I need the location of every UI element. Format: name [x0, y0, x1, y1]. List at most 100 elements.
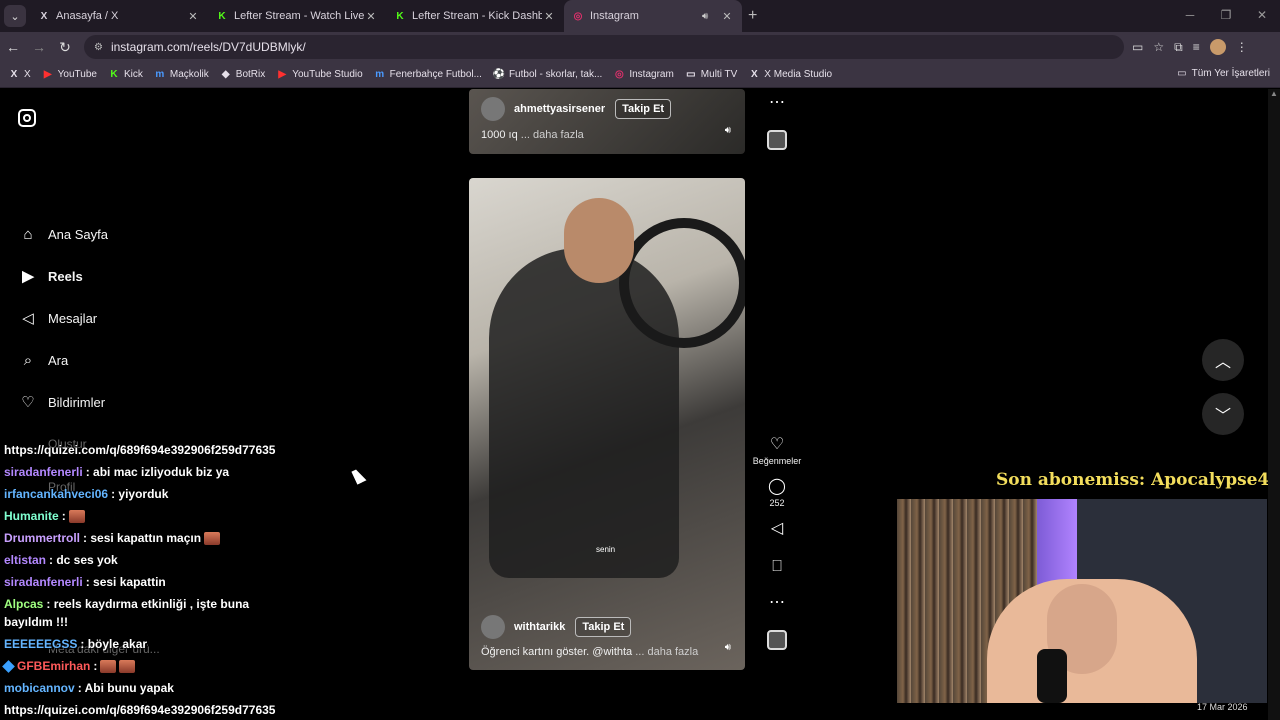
- mackolik-icon: m: [375, 69, 385, 80]
- address-bar[interactable]: ⚙ instagram.com/reels/DV7dUDBMlyk/: [84, 35, 1124, 59]
- save-bookmark-icon[interactable]: ⎕: [752, 558, 802, 576]
- tab-kick-dashboard[interactable]: K Lefter Stream - Kick Dashboard ✕: [386, 0, 564, 32]
- audio-thumbnail[interactable]: [767, 630, 787, 650]
- username[interactable]: ahmettyasirsener: [514, 103, 605, 115]
- bookmark-fenerbahce[interactable]: m Fenerbahçe Futbol...: [374, 69, 482, 81]
- more-options-icon[interactable]: ⋯: [752, 94, 802, 112]
- instagram-favicon-icon: ◎: [573, 10, 583, 22]
- page-scrollbar[interactable]: ▲: [1268, 89, 1280, 720]
- sidebar-item-reels[interactable]: ▶ Reels: [18, 266, 83, 286]
- emote-icon: [100, 660, 117, 674]
- menu-icon[interactable]: ⋮: [1236, 40, 1248, 54]
- minimize-icon[interactable]: ─: [1172, 0, 1208, 32]
- tab-x[interactable]: X Anasayfa / X ✕: [30, 0, 208, 32]
- bookmark-label: Maçkolik: [169, 69, 209, 80]
- bookmark-botrix[interactable]: ◆ BotRix: [220, 69, 265, 81]
- kick-favicon-icon: K: [396, 10, 404, 22]
- chat-text: :: [61, 509, 66, 523]
- reload-icon[interactable]: ↻: [52, 39, 78, 56]
- reels-icon: ▶: [22, 268, 34, 285]
- bookmark-instagram[interactable]: ◎ Instagram: [613, 69, 674, 81]
- site-info-icon[interactable]: ⚙: [94, 42, 103, 53]
- forward-icon[interactable]: →: [26, 39, 52, 55]
- bookmark-x[interactable]: XX: [8, 69, 31, 81]
- media-icon[interactable]: ≡: [1193, 40, 1200, 54]
- chat-message: irfancankahveci06: yiyorduk: [0, 483, 290, 505]
- cast-icon[interactable]: ▭: [1132, 40, 1143, 54]
- x-icon: X: [10, 69, 18, 80]
- x-favicon-icon: X: [40, 10, 48, 22]
- reel-caption[interactable]: Öğrenci kartını göster. @withta ... daha…: [481, 646, 698, 658]
- sidebar-item-label: Reels: [48, 268, 83, 284]
- bookmark-label: BotRix: [235, 69, 266, 80]
- sidebar-item-messages[interactable]: ◁ Mesajlar: [18, 308, 97, 328]
- bookmark-futbol[interactable]: ⚽ Futbol - skorlar, tak...: [493, 69, 603, 81]
- follow-button[interactable]: Takip Et: [575, 617, 632, 637]
- tab-kick-stream[interactable]: K Lefter Stream - Watch Live on K ✕: [208, 0, 386, 32]
- tab-label: Instagram: [590, 10, 639, 22]
- chat-username: siradanfenerli: [4, 465, 83, 479]
- comment-icon[interactable]: ◯: [752, 478, 802, 496]
- new-tab-icon[interactable]: +: [748, 7, 757, 25]
- chevron-down-icon: ﹀: [1214, 408, 1231, 425]
- reel-author[interactable]: withtarikk Takip Et: [481, 615, 632, 639]
- bookmark-mackolik[interactable]: m Maçkolik: [154, 69, 209, 81]
- tab-search-button[interactable]: ⌄: [4, 5, 26, 27]
- share-icon[interactable]: ◁: [752, 520, 802, 538]
- chat-text: : abi mac izliyoduk biz ya: [85, 465, 230, 479]
- reel-caption[interactable]: 1000 ıq ... daha fazla: [481, 129, 584, 141]
- all-bookmarks[interactable]: ▭ Tüm Yer İşaretleri: [1177, 68, 1270, 79]
- audio-thumbnail[interactable]: [767, 130, 787, 150]
- instagram-icon: ◎: [614, 69, 624, 80]
- next-reel-button[interactable]: ﹀: [1202, 393, 1244, 435]
- volume-icon[interactable]: 🔊︎: [725, 642, 731, 653]
- follow-button[interactable]: Takip Et: [615, 99, 672, 119]
- bookmark-youtube[interactable]: ▶ YouTube: [42, 69, 97, 81]
- chat-text: :: [93, 659, 98, 673]
- star-icon[interactable]: ☆: [1153, 40, 1164, 54]
- more-options-icon[interactable]: ⋯: [752, 594, 802, 612]
- previous-reel-button[interactable]: ︿: [1202, 339, 1244, 381]
- speaker-icon[interactable]: 🔊︎: [702, 11, 716, 22]
- bookmark-youtube-studio[interactable]: ▶ YouTube Studio: [276, 69, 362, 81]
- close-icon[interactable]: ✕: [542, 10, 556, 23]
- reel-video[interactable]: senin withtarikk Takip Et Öğrenci kartın…: [469, 178, 745, 670]
- sidebar-item-home[interactable]: ⌂ Ana Sayfa: [18, 224, 108, 244]
- reel-previous[interactable]: ahmettyasirsener Takip Et 1000 ıq ... da…: [469, 89, 745, 154]
- extensions-icon[interactable]: ⧉: [1174, 40, 1183, 55]
- reel-actions: ♡ Beğenmeler ◯ 252 ◁ ⎕ ⋯: [752, 436, 802, 650]
- instagram-logo-icon[interactable]: [18, 109, 36, 127]
- bookmark-label: Kick: [123, 69, 143, 80]
- sidebar-item-notifications[interactable]: ♡ Bildirimler: [18, 392, 105, 412]
- chat-message: siradanfenerli: sesi kapattin: [0, 571, 290, 593]
- avatar[interactable]: [481, 615, 505, 639]
- tab-label: Lefter Stream - Kick Dashboard: [412, 10, 542, 22]
- bookmark-kick[interactable]: K Kick: [108, 69, 143, 81]
- stream-chat: https://quizei.com/q/689f694e392906f259d…: [0, 439, 290, 720]
- caption-text: Öğrenci kartını göster. @withta: [481, 646, 633, 658]
- bookmarks-bar: XX ▶ YouTube K Kick m Maçkolik ◆ BotRix ▶ You…: [0, 62, 1280, 88]
- close-icon[interactable]: ✕: [364, 10, 378, 23]
- chat-username: mobicannov: [4, 681, 75, 695]
- more-link[interactable]: ... daha fazla: [635, 646, 698, 658]
- close-window-icon[interactable]: ✕: [1244, 0, 1280, 32]
- tab-instagram[interactable]: ◎ Instagram 🔊︎ ✕: [564, 0, 742, 32]
- back-icon[interactable]: ←: [0, 39, 26, 55]
- more-link[interactable]: ... daha fazla: [521, 129, 584, 141]
- avatar[interactable]: [481, 97, 505, 121]
- restore-icon[interactable]: ❐: [1208, 0, 1244, 32]
- close-icon[interactable]: ✕: [186, 10, 200, 23]
- like-heart-icon[interactable]: ♡: [752, 436, 802, 454]
- bookmark-x-media-studio[interactable]: X X Media Studio: [748, 69, 832, 81]
- username[interactable]: withtarikk: [514, 621, 565, 633]
- caption-text: 1000 ıq: [481, 129, 518, 141]
- microphone: [1037, 649, 1067, 703]
- volume-icon[interactable]: 🔊︎: [725, 125, 731, 136]
- bookmark-multitv[interactable]: ▭ Multi TV: [685, 69, 737, 81]
- likes-label: Beğenmeler: [752, 456, 802, 466]
- profile-avatar[interactable]: [1209, 39, 1226, 55]
- reel-author[interactable]: ahmettyasirsener Takip Et: [481, 97, 672, 121]
- close-icon[interactable]: ✕: [720, 10, 734, 23]
- scroll-up-icon[interactable]: ▲: [1268, 89, 1280, 98]
- sidebar-item-search[interactable]: ⌕ Ara: [18, 350, 68, 370]
